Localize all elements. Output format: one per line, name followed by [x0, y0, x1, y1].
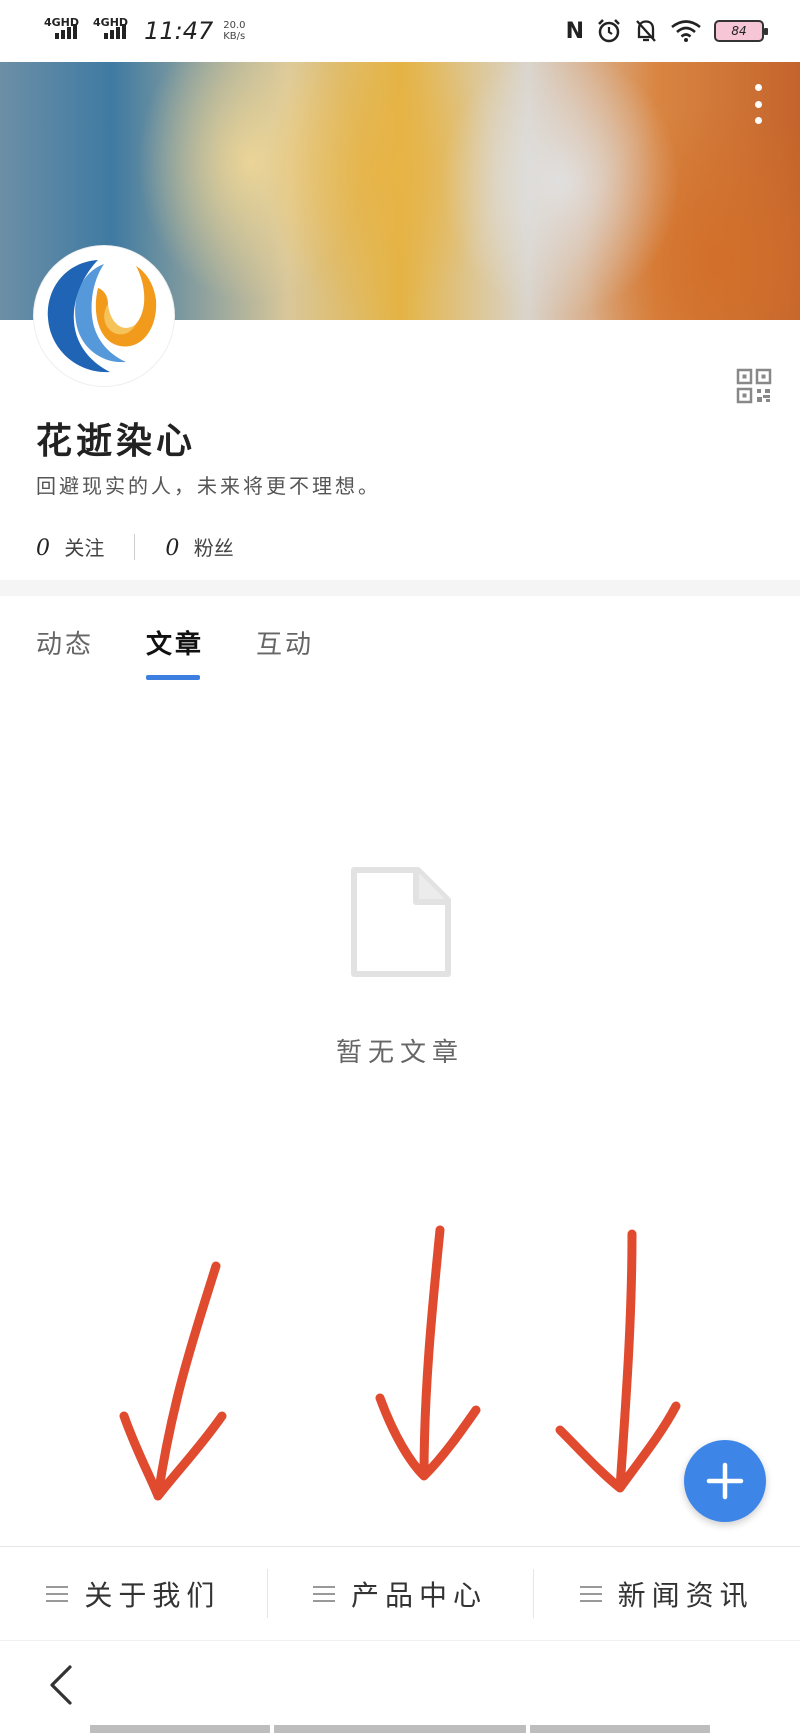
menu-item-about[interactable]: 关于我们: [0, 1547, 267, 1640]
annotation-arrow-2: [375, 1225, 481, 1481]
bottom-menu: 关于我们 产品中心 新闻资讯: [0, 1546, 800, 1640]
wifi-icon: [671, 20, 701, 42]
annotation-arrow-3: [555, 1229, 681, 1493]
empty-state-text: 暂无文章: [335, 1038, 464, 1068]
following-label: 关注: [64, 536, 105, 560]
menu-item-news[interactable]: 新闻资讯: [533, 1547, 800, 1640]
menu-item-products[interactable]: 产品中心: [266, 1547, 534, 1640]
profile-username: 花逝染心: [36, 420, 197, 462]
network-speed: 20.0 KB/s: [223, 20, 245, 42]
mute-bell-icon: [636, 20, 656, 42]
menu-item-label: 产品中心: [351, 1578, 488, 1612]
speed-unit: KB/s: [223, 31, 246, 42]
avatar[interactable]: [34, 246, 174, 386]
menu-item-label: 新闻资讯: [617, 1578, 754, 1612]
status-bar: 4GHD 4GHD 11:47 20.0 KB/s N 84: [0, 0, 800, 62]
followers-stat[interactable]: 0 粉丝: [165, 532, 233, 561]
document-icon: [351, 867, 451, 977]
alarm-icon: [598, 19, 620, 43]
battery-level: 84: [731, 24, 747, 38]
annotation-arrow-1: [119, 1261, 227, 1501]
add-button[interactable]: [684, 1440, 766, 1522]
profile-bio: 回避现实的人，未来将更不理想。: [36, 474, 381, 498]
speed-value: 20.0: [223, 20, 246, 31]
followers-label: 粉丝: [193, 536, 234, 560]
annotation-arrows: [119, 1225, 681, 1501]
status-time: 11:47: [144, 17, 214, 45]
gesture-handle-left: [90, 1725, 270, 1733]
content-tabs: 动态 文章 互动: [0, 596, 800, 686]
tab-articles[interactable]: 文章: [146, 624, 204, 680]
avatar-logo-icon: [40, 252, 168, 380]
menu-item-label: 关于我们: [84, 1578, 221, 1612]
signal-icon-1: 4GHD: [44, 16, 79, 39]
more-vertical-icon[interactable]: [746, 84, 770, 124]
tab-interaction[interactable]: 互动: [256, 624, 314, 678]
menu-lines-icon: [579, 1585, 602, 1602]
menu-lines-icon: [46, 1585, 69, 1602]
qr-code-icon[interactable]: [736, 368, 772, 404]
gesture-handle-right: [530, 1725, 710, 1733]
navigation-bar: [0, 1640, 800, 1733]
battery-icon: 84: [714, 20, 768, 42]
profile-stats: 0 关注 0 粉丝: [36, 532, 234, 561]
section-divider: [0, 580, 800, 596]
tab-dynamics[interactable]: 动态: [36, 624, 94, 678]
signal-icon-2: 4GHD: [93, 16, 128, 39]
plus-icon: [706, 1462, 744, 1500]
network-label-2: 4GHD: [93, 15, 129, 29]
back-chevron-icon[interactable]: [46, 1661, 76, 1709]
stat-divider: [134, 533, 136, 560]
network-label-1: 4GHD: [44, 15, 80, 29]
menu-lines-icon: [313, 1585, 335, 1602]
followers-count: 0: [165, 536, 180, 561]
gesture-handle-middle: [274, 1725, 526, 1733]
following-count: 0: [36, 536, 50, 561]
nfc-icon: N: [565, 18, 584, 44]
following-stat[interactable]: 0 关注: [36, 532, 104, 561]
